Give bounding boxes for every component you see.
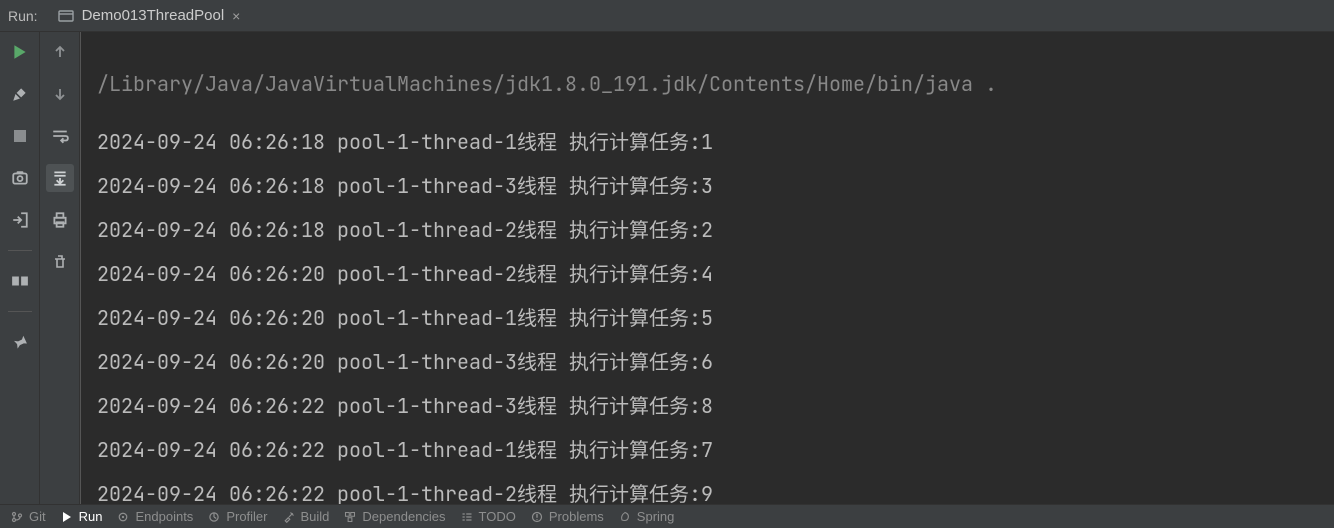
dependencies-icon (343, 510, 357, 524)
run-tab[interactable]: Demo013ThreadPool × (50, 3, 249, 28)
layout-button[interactable] (6, 267, 34, 295)
run-tool-body: /Library/Java/JavaVirtualMachines/jdk1.8… (0, 32, 1334, 504)
console-line: 2024-09-24 06:26:22 pool-1-thread-2线程 执行… (97, 481, 713, 504)
console-line: 2024-09-24 06:26:20 pool-1-thread-1线程 执行… (97, 305, 713, 331)
pin-button[interactable] (6, 328, 34, 356)
console-line: 2024-09-24 06:26:18 pool-1-thread-1线程 执行… (97, 129, 713, 155)
toolbar-divider (8, 311, 32, 312)
endpoints-icon (116, 510, 130, 524)
console-output-panel[interactable]: /Library/Java/JavaVirtualMachines/jdk1.8… (80, 32, 1334, 504)
console-line: 2024-09-24 06:26:20 pool-1-thread-2线程 执行… (97, 261, 713, 287)
application-icon (58, 8, 74, 24)
tool-tab-label: Endpoints (135, 509, 193, 524)
rerun-button[interactable] (6, 38, 34, 66)
clear-all-button[interactable] (46, 248, 74, 276)
left-toolbar-secondary (40, 32, 80, 504)
console-line: 2024-09-24 06:26:20 pool-1-thread-3线程 执行… (97, 349, 713, 375)
tool-tab-git[interactable]: Git (10, 509, 46, 524)
profiler-icon (207, 510, 221, 524)
tool-tab-profiler[interactable]: Profiler (207, 509, 267, 524)
console-line: 2024-09-24 06:26:22 pool-1-thread-3线程 执行… (97, 393, 713, 419)
modify-run-config-button[interactable] (6, 80, 34, 108)
scroll-to-end-button[interactable] (46, 164, 74, 192)
tool-tab-label: Spring (637, 509, 675, 524)
tool-tab-todo[interactable]: TODO (460, 509, 516, 524)
close-icon[interactable]: × (232, 8, 240, 24)
dump-threads-button[interactable] (6, 164, 34, 192)
tool-tab-problems[interactable]: Problems (530, 509, 604, 524)
console-command-line: /Library/Java/JavaVirtualMachines/jdk1.8… (97, 71, 997, 97)
down-stacktrace-button[interactable] (46, 80, 74, 108)
build-icon (282, 510, 296, 524)
console-output: /Library/Java/JavaVirtualMachines/jdk1.8… (81, 32, 1334, 504)
tool-tab-dependencies[interactable]: Dependencies (343, 509, 445, 524)
left-toolbar-primary (0, 32, 40, 504)
console-line: 2024-09-24 06:26:22 pool-1-thread-1线程 执行… (97, 437, 713, 463)
stop-button[interactable] (6, 122, 34, 150)
tool-tab-label: Profiler (226, 509, 267, 524)
tool-tab-spring[interactable]: Spring (618, 509, 675, 524)
up-stacktrace-button[interactable] (46, 38, 74, 66)
tool-tab-label: Build (301, 509, 330, 524)
print-button[interactable] (46, 206, 74, 234)
play-icon (60, 510, 74, 524)
run-tab-title: Demo013ThreadPool (82, 7, 225, 24)
console-line: 2024-09-24 06:26:18 pool-1-thread-2线程 执行… (97, 217, 713, 243)
run-label: Run: (8, 8, 38, 24)
console-line: 2024-09-24 06:26:18 pool-1-thread-3线程 执行… (97, 173, 713, 199)
tool-tab-label: Problems (549, 509, 604, 524)
bottom-tool-tabs: Git Run Endpoints Profiler Build Depende… (0, 504, 1334, 528)
run-tool-header: Run: Demo013ThreadPool × (0, 0, 1334, 32)
tool-tab-label: Run (79, 509, 103, 524)
exit-button[interactable] (6, 206, 34, 234)
tool-tab-build[interactable]: Build (282, 509, 330, 524)
tool-tab-endpoints[interactable]: Endpoints (116, 509, 193, 524)
spring-icon (618, 510, 632, 524)
toolbar-divider (8, 250, 32, 251)
todo-icon (460, 510, 474, 524)
git-branch-icon (10, 510, 24, 524)
tool-tab-label: Git (29, 509, 46, 524)
tool-tab-run[interactable]: Run (60, 509, 103, 524)
soft-wrap-button[interactable] (46, 122, 74, 150)
problems-icon (530, 510, 544, 524)
tool-tab-label: TODO (479, 509, 516, 524)
tool-tab-label: Dependencies (362, 509, 445, 524)
